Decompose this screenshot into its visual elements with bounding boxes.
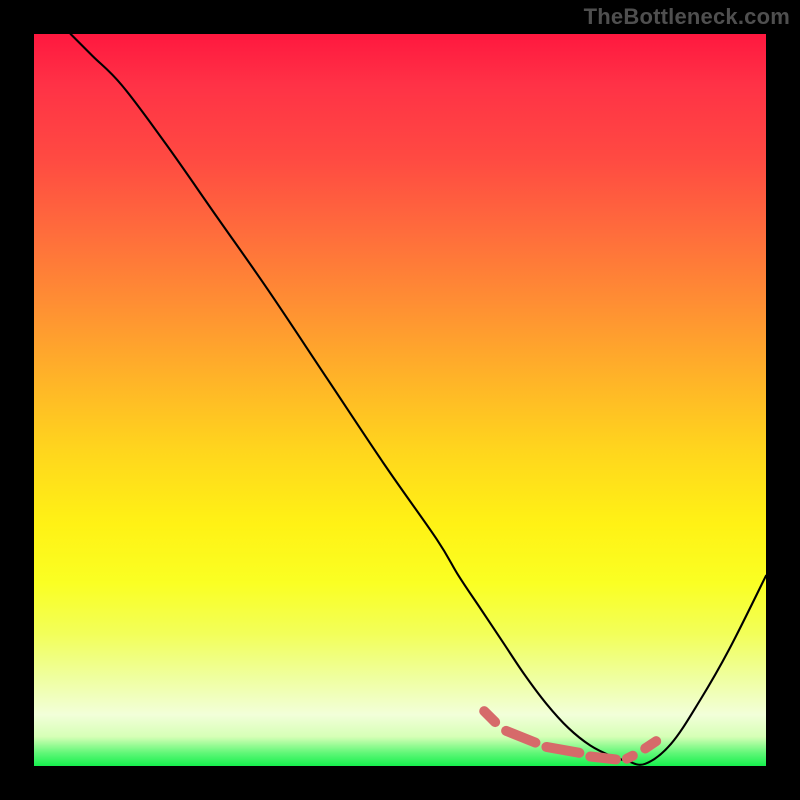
highlight-dash (546, 747, 579, 753)
highlight-dash (506, 731, 535, 743)
bottleneck-curve (71, 34, 766, 765)
highlight-dashes (484, 711, 656, 759)
highlight-dash (590, 756, 616, 759)
highlight-dash (645, 741, 656, 748)
chart-svg (34, 34, 766, 766)
plot-area (34, 34, 766, 766)
highlight-dash (484, 711, 495, 722)
watermark-text: TheBottleneck.com (584, 4, 790, 30)
chart-frame: TheBottleneck.com (0, 0, 800, 800)
highlight-dash (627, 756, 633, 759)
